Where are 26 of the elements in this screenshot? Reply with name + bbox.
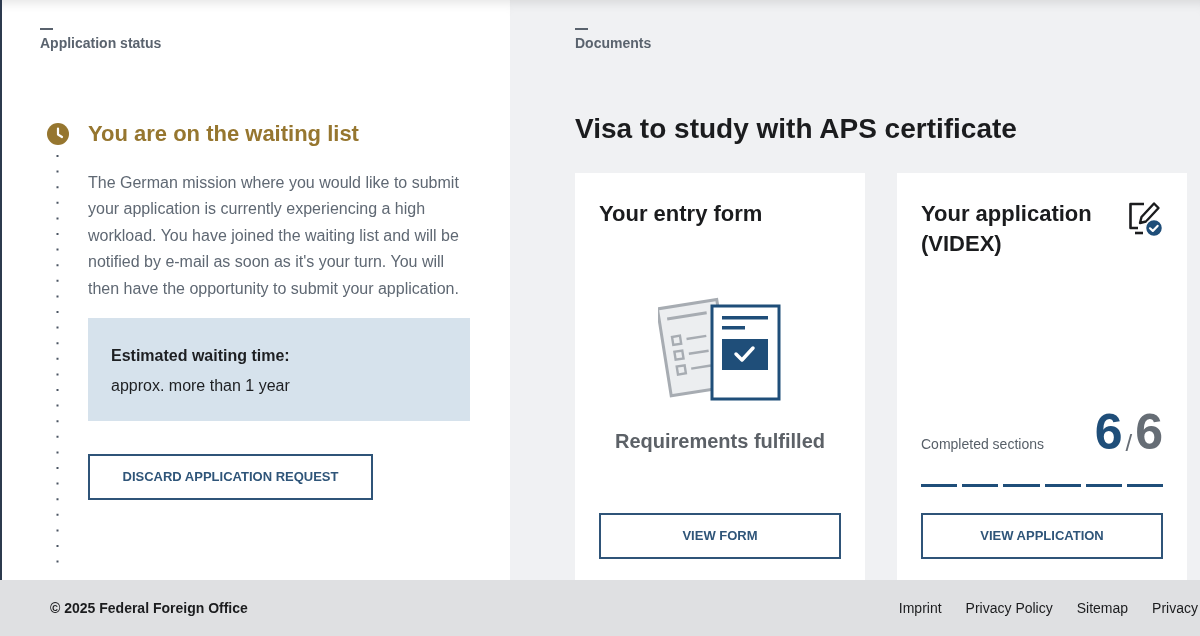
card-title: Your application (VIDEX) [921,200,1093,258]
card-title: Your entry form [599,200,763,228]
accent-dash [575,28,588,30]
page-heading: Visa to study with APS certificate [575,112,1017,146]
footer-link[interactable]: Privacy Policy [965,597,1053,619]
status-description: The German mission where you would like to submit your application is currently experiencing a high workload. You have joined the waiting list and will be notified by e-mail as soon as it's your turn. You will then have the opportunity to submit your application. [88,173,460,299]
count-separator: / [1125,430,1133,456]
footer-link[interactable]: Sitemap [1076,597,1129,619]
footer-link[interactable]: Privacy [1152,597,1198,619]
document-edit-check-icon [1127,200,1163,237]
progress-label: Completed sections [921,435,1044,453]
view-application-button[interactable]: VIEW APPLICATION [921,513,1163,559]
discard-request-button[interactable]: DISCARD APPLICATION REQUEST [88,454,373,501]
section-label: Documents [575,34,652,52]
accent-dash [40,28,53,30]
clock-icon [47,123,69,145]
total-count: 6 [1135,410,1163,454]
requirements-status: Requirements fulfilled [615,429,825,454]
waiting-time-value: approx. more than 1 year [111,376,290,397]
waiting-time-label: Estimated waiting time: [111,346,290,367]
copyright-text: © 2025 Federal Foreign Office [50,598,248,618]
footer-link[interactable]: Imprint [898,597,942,619]
section-label: Application status [40,34,162,52]
status-title: You are on the waiting list [88,120,359,148]
completed-count: 6 [1094,410,1123,454]
view-form-button[interactable]: VIEW FORM [599,513,841,559]
